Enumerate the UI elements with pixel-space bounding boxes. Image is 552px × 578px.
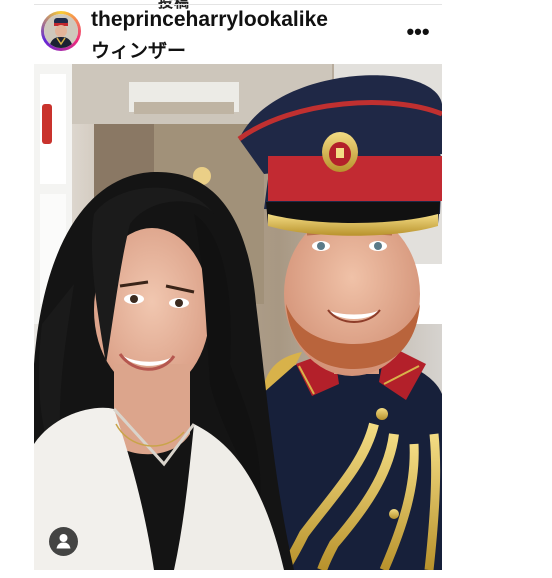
- avatar[interactable]: [44, 14, 78, 48]
- post-photo[interactable]: [34, 64, 442, 570]
- user-tag-button[interactable]: [49, 527, 78, 556]
- more-horizontal-icon: •••: [406, 19, 430, 44]
- location-link[interactable]: ウィンザー: [91, 36, 186, 63]
- post-header: theprinceharrylookalike ウィンザー •••: [34, 6, 442, 62]
- more-options-button[interactable]: •••: [402, 20, 434, 44]
- username-link[interactable]: theprinceharrylookalike: [91, 8, 328, 32]
- story-ring[interactable]: [41, 11, 81, 51]
- user-tag-icon: [56, 534, 71, 549]
- header-divider: [34, 4, 442, 5]
